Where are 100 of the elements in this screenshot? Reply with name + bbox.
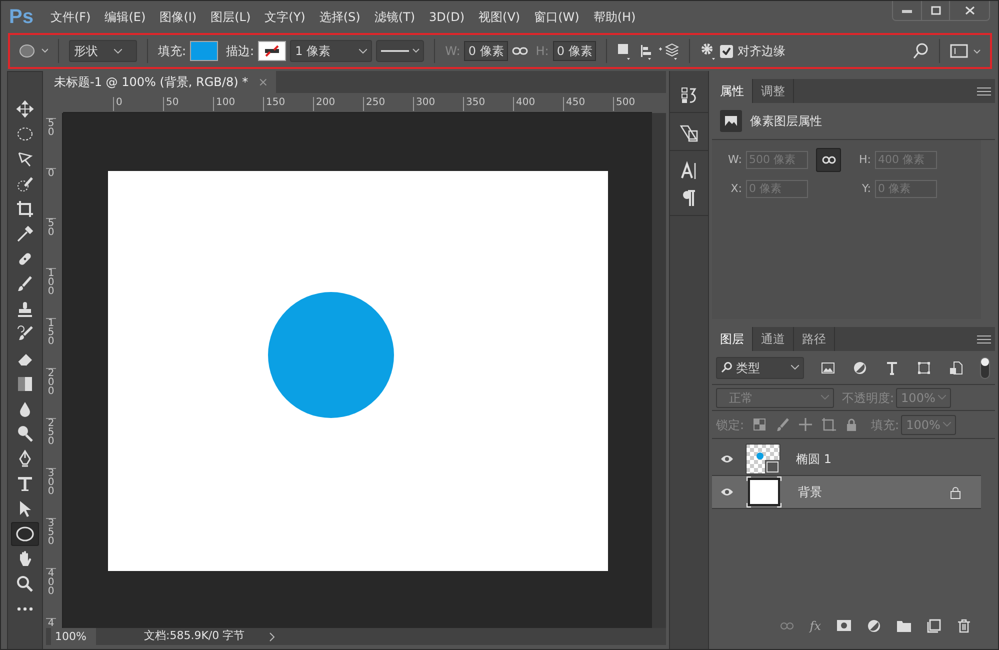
panel-tab[interactable]: 路径: [794, 327, 835, 351]
width-field[interactable]: 0 像素: [464, 41, 508, 61]
link-button[interactable]: [816, 148, 841, 172]
menu-item[interactable]: 文字(Y): [258, 8, 312, 26]
gear-icon[interactable]: [700, 42, 716, 60]
path-arrangement-icon[interactable]: [657, 42, 680, 60]
ruler-label: 250: [46, 418, 56, 446]
smart-object-filter-icon[interactable]: [948, 360, 964, 376]
menu-item[interactable]: 编辑(E): [98, 8, 153, 26]
chevron-right-icon[interactable]: [268, 632, 275, 642]
panel-heading: 像素图层属性: [750, 113, 822, 130]
ruler-label: 300: [46, 468, 56, 496]
ruler-label: 100: [213, 97, 236, 111]
artboard-icon[interactable]: [821, 417, 836, 432]
caret-icon: [114, 48, 122, 54]
transform-icon[interactable]: [679, 122, 699, 142]
ruler-label: 250: [363, 97, 386, 111]
align-edges-label: 对齐边缘: [737, 43, 786, 60]
caret-icon: [821, 395, 829, 400]
filter-dropdown[interactable]: 类型: [716, 356, 804, 378]
brush-icon[interactable]: [15, 274, 35, 294]
folder-icon[interactable]: [897, 619, 911, 633]
stroke-label: 描边:: [226, 43, 254, 60]
panel-tab[interactable]: 图层: [712, 327, 753, 351]
move-icon[interactable]: [798, 417, 814, 432]
stroke-width-dropdown[interactable]: 1 像素: [290, 40, 372, 62]
menu-item[interactable]: 文件(F): [43, 8, 98, 26]
menu-item[interactable]: 选择(S): [312, 8, 368, 26]
stroke-style-dropdown[interactable]: [376, 40, 424, 62]
layer-name: 椭圆 1: [796, 451, 832, 468]
menu-item[interactable]: 3D(D): [422, 8, 472, 26]
eye-icon[interactable]: [720, 487, 734, 497]
align-edges-checkbox[interactable]: [720, 44, 734, 58]
layer-style-button[interactable]: fx: [810, 617, 821, 635]
move-tool-icon[interactable]: [15, 99, 35, 119]
stamp-icon[interactable]: [15, 299, 35, 319]
crop-icon[interactable]: [15, 199, 35, 219]
mask-icon[interactable]: [837, 619, 851, 633]
mode-dropdown[interactable]: 形状: [69, 40, 137, 62]
new-layer-icon[interactable]: [927, 619, 941, 633]
ellipse-tool-icon[interactable]: [18, 43, 48, 59]
stroke-swatch[interactable]: [258, 41, 286, 61]
caret-icon: [938, 395, 946, 400]
eye-icon[interactable]: [720, 454, 734, 464]
menu-item[interactable]: 滤镜(T): [367, 8, 422, 26]
adjustment-layer-icon[interactable]: [867, 619, 881, 633]
ruler-label: 350: [46, 518, 56, 546]
ruler-label: 400: [46, 568, 56, 596]
zoom-field[interactable]: 100%: [51, 628, 96, 645]
panel-tab[interactable]: 属性: [712, 79, 753, 103]
menu-item[interactable]: 窗口(W): [527, 8, 586, 26]
menu-item[interactable]: 帮助(H): [586, 8, 643, 26]
ruler-label: 150: [263, 97, 286, 111]
trash-icon[interactable]: [957, 619, 971, 633]
menu-icon[interactable]: [977, 335, 991, 344]
ruler-label: 50: [46, 118, 56, 137]
ruler-label: 150: [46, 318, 56, 346]
type-tool-icon[interactable]: [15, 474, 35, 494]
panel-tab[interactable]: 通道: [753, 327, 794, 351]
path-operations-icon[interactable]: [617, 42, 632, 60]
fill-swatch[interactable]: [190, 41, 218, 61]
menu-item[interactable]: 图像(I): [152, 8, 204, 26]
lock-pixels-icon[interactable]: [752, 417, 768, 432]
layer-name: 背景: [798, 484, 823, 501]
caret-icon: [943, 422, 952, 427]
document-tab[interactable]: 未标题-1 @ 100% (背景, RGB/8) * ×: [46, 71, 276, 93]
ruler-label: 100: [46, 268, 56, 296]
field-label: W:: [727, 152, 742, 168]
type-filter-icon[interactable]: [884, 360, 900, 376]
zoom-icon[interactable]: [15, 574, 35, 594]
history-icon[interactable]: [679, 84, 699, 104]
selected-tool-button[interactable]: [11, 522, 39, 546]
menu-item[interactable]: 视图(V): [472, 8, 528, 26]
height-field[interactable]: 0 像素: [552, 41, 596, 61]
image-icon: [720, 110, 742, 132]
caret-icon: [791, 365, 799, 370]
layer-row[interactable]: 背景: [712, 476, 981, 509]
menu-item[interactable]: 图层(L): [204, 8, 258, 26]
dodge-icon[interactable]: [15, 424, 35, 444]
ruler-label: 300: [413, 97, 436, 111]
shape-filter-icon[interactable]: [916, 360, 932, 376]
close-icon[interactable]: [964, 6, 974, 15]
adjustment-filter-icon[interactable]: [852, 360, 868, 376]
ruler-label: 450: [563, 97, 586, 111]
maximize-icon[interactable]: [930, 6, 940, 15]
gradient-icon[interactable]: [15, 374, 35, 394]
ruler-label: 200: [313, 97, 336, 111]
minimize-icon[interactable]: [902, 8, 912, 12]
ruler-label: 0: [113, 97, 122, 111]
panel-tab[interactable]: 调整: [753, 79, 794, 103]
workspace-icon[interactable]: [950, 44, 982, 58]
link-icon[interactable]: [512, 46, 528, 56]
menu-icon[interactable]: [977, 87, 991, 96]
filter-toggle[interactable]: [980, 356, 990, 378]
field-label: X:: [730, 180, 742, 197]
image-filter-icon[interactable]: [820, 360, 836, 376]
ruler-label: 400: [513, 97, 536, 111]
ruler-label: 500: [613, 97, 636, 111]
search-icon[interactable]: [913, 43, 929, 59]
search-icon: [721, 362, 732, 373]
